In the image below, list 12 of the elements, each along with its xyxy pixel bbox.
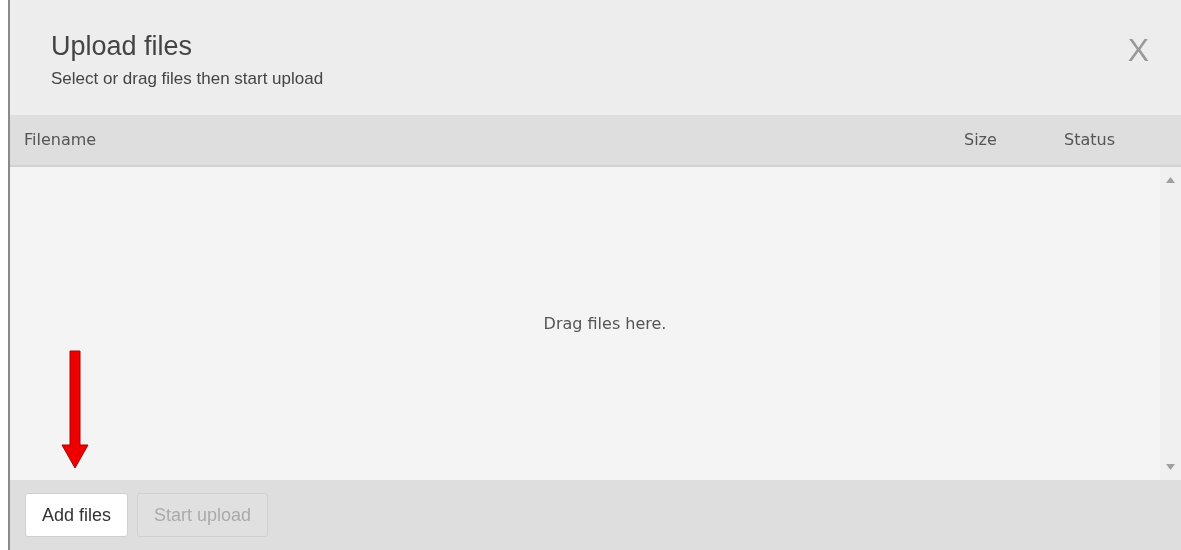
scrollbar[interactable] [1160,167,1181,480]
dialog-title: Upload files [51,30,194,62]
column-header: Filename [24,129,98,151]
close-button[interactable]: X [1127,30,1149,70]
scroll-down-icon[interactable] [1166,464,1175,470]
scroll-up-icon[interactable] [1166,177,1175,183]
drop-zone-text: Drag files here. [543,312,667,335]
arrow-icon [61,350,89,469]
footer-button[interactable]: Add files [25,493,129,537]
column-header: Size [964,129,998,151]
column-header: Status [1064,129,1116,151]
dialog-subtitle: Select or drag files then start upload [51,68,324,90]
